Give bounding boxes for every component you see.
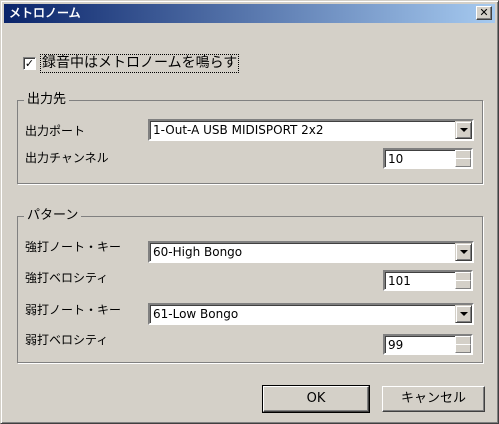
spinner-buttons [455,272,471,289]
weak-note-value: 61-Low Bongo [153,307,239,321]
output-port-label: 出力ポート [25,124,86,138]
pattern-group-title: パターン [24,208,82,224]
output-port-value: 1-Out-A USB MIDISPORT 2x2 [153,123,324,137]
spin-down-button[interactable] [455,158,471,167]
output-channel-spinner[interactable]: 10 [383,148,473,169]
chevron-down-icon [460,128,468,132]
spin-down-button[interactable] [455,280,471,289]
title-bar[interactable]: メトロノーム ✕ [4,4,495,23]
metronome-enable-label[interactable]: 録音中はメトロノームを鳴らす [39,54,240,73]
chevron-down-icon [460,312,468,316]
strong-velocity-spinner[interactable]: 101 [383,270,473,291]
cancel-button[interactable]: キャンセル [382,386,485,412]
metronome-enable-checkbox[interactable]: ✓ [23,57,36,70]
strong-note-dropdown[interactable]: 60-High Bongo [148,241,474,263]
strong-velocity-value: 101 [388,274,411,288]
ok-button[interactable]: OK [262,385,370,413]
weak-note-dropdown[interactable]: 61-Low Bongo [148,303,474,325]
weak-note-dropdown-button[interactable] [455,305,472,323]
window-title: メトロノーム [9,6,81,20]
output-channel-value: 10 [388,152,404,166]
output-port-dropdown[interactable]: 1-Out-A USB MIDISPORT 2x2 [148,119,474,141]
strong-note-label: 強打ノート・キー [25,240,122,254]
chevron-down-icon [460,250,468,254]
spinner-buttons [455,150,471,167]
weak-note-label: 弱打ノート・キー [25,303,122,317]
output-port-dropdown-button[interactable] [455,121,472,139]
spin-down-button[interactable] [455,344,471,353]
close-button[interactable]: ✕ [476,6,492,20]
weak-velocity-spinner[interactable]: 99 [383,334,473,355]
strong-note-dropdown-button[interactable] [455,243,472,261]
weak-velocity-label: 弱打ベロシティ [25,333,109,347]
spinner-buttons [455,336,471,353]
weak-velocity-value: 99 [388,338,404,352]
strong-note-value: 60-High Bongo [153,245,243,259]
strong-velocity-label: 強打ベロシティ [25,271,109,285]
output-channel-label: 出力チャンネル [25,151,109,165]
output-group-title: 出力先 [24,92,70,108]
metronome-dialog: メトロノーム ✕ ✓ 録音中はメトロノームを鳴らす 出力先 出力ポート 1-Ou… [0,0,499,424]
output-group: 出力先 [17,92,483,184]
